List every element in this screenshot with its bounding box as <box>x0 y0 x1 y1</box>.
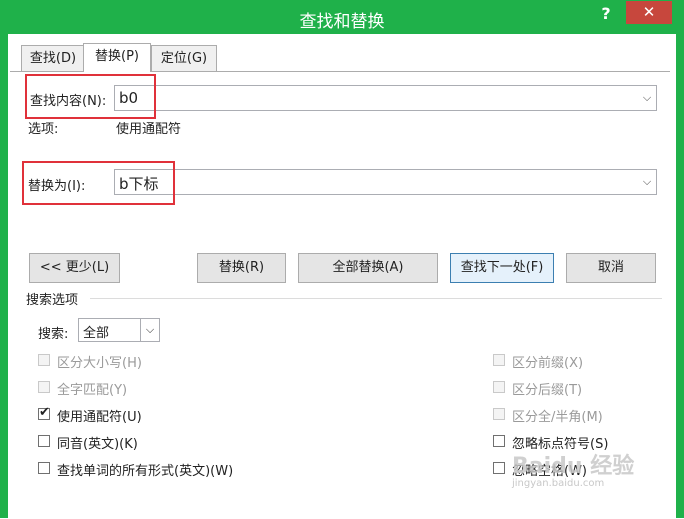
tab-replace[interactable]: 替换(P) <box>83 43 151 72</box>
match-width-label: 区分全/半角(M) <box>512 410 603 425</box>
sounds-like-label: 同音(英文)(K) <box>57 437 138 452</box>
ignore-punctuation-checkbox[interactable] <box>493 435 505 447</box>
close-button[interactable]: ✕ <box>626 1 672 24</box>
close-icon: ✕ <box>642 3 656 21</box>
title-bar[interactable]: 查找和替换 ? ✕ <box>0 0 684 34</box>
all-word-forms-label: 查找单词的所有形式(英文)(W) <box>57 464 234 479</box>
whole-word-checkbox[interactable] <box>38 381 50 393</box>
checkmark-icon: ✔ <box>39 405 50 420</box>
watermark-url: jingyan.baidu.com <box>512 478 605 489</box>
match-prefix-label: 区分前缀(X) <box>512 356 584 371</box>
wildcards-label: 使用通配符(U) <box>57 410 142 425</box>
all-word-forms-checkbox[interactable] <box>38 462 50 474</box>
ignore-whitespace-checkbox[interactable] <box>493 462 505 474</box>
dialog-title: 查找和替换 <box>299 12 385 32</box>
find-next-button[interactable]: 查找下一处(F) <box>450 253 554 283</box>
tab-find[interactable]: 查找(D) <box>21 45 85 72</box>
search-scope-label: 搜索: <box>38 327 69 342</box>
replace-button[interactable]: 替换(R) <box>197 253 286 283</box>
match-case-label: 区分大小写(H) <box>57 356 142 371</box>
match-suffix-checkbox[interactable] <box>493 381 505 393</box>
chevron-down-icon[interactable]: ⌵ <box>637 170 656 194</box>
match-width-checkbox[interactable] <box>493 408 505 420</box>
replace-all-button[interactable]: 全部替换(A) <box>298 253 438 283</box>
match-prefix-checkbox[interactable] <box>493 354 505 366</box>
search-scope-value: 全部 <box>83 326 110 341</box>
sounds-like-checkbox[interactable] <box>38 435 50 447</box>
search-options-title: 搜索选项 <box>26 293 79 308</box>
cancel-button[interactable]: 取消 <box>566 253 656 283</box>
replace-highlight-box <box>22 161 175 205</box>
find-highlight-box <box>25 74 156 119</box>
wildcards-checkbox[interactable]: ✔ <box>38 405 50 420</box>
chevron-down-icon[interactable]: ⌵ <box>140 319 159 341</box>
whole-word-label: 全字匹配(Y) <box>57 383 128 398</box>
options-label: 选项: <box>28 122 59 137</box>
chevron-down-icon[interactable]: ⌵ <box>637 86 656 110</box>
dialog-window: 查找和替换 ? ✕ 查找(D) 替换(P) 定位(G) 查找内容(N): b0 … <box>0 0 684 519</box>
match-case-checkbox[interactable] <box>38 354 50 366</box>
match-suffix-label: 区分后缀(T) <box>512 383 583 398</box>
help-button[interactable]: ? <box>594 3 618 25</box>
section-divider <box>90 298 662 299</box>
find-input[interactable]: b0 ⌵ <box>114 85 657 111</box>
tab-goto[interactable]: 定位(G) <box>151 45 217 72</box>
less-button[interactable]: << 更少(L) <box>29 253 120 283</box>
replace-input[interactable]: b下标 ⌵ <box>114 169 657 195</box>
options-value: 使用通配符 <box>116 122 182 137</box>
baidu-watermark: Baidu 经验 <box>512 454 635 479</box>
search-scope-select[interactable]: 全部 ⌵ <box>78 318 160 342</box>
